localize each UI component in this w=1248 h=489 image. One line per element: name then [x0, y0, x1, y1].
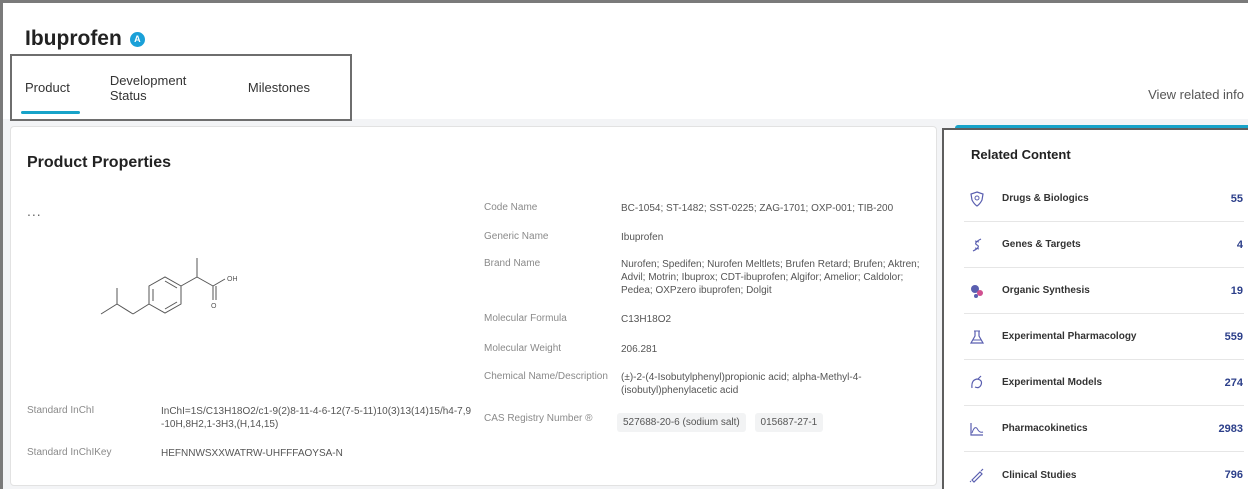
related-item-genes-targets[interactable]: Genes & Targets 4	[964, 222, 1244, 268]
brand-name-label: Brand Name	[484, 258, 541, 269]
related-item-pharmacokinetics[interactable]: Pharmacokinetics 2983	[964, 406, 1244, 452]
formula-label: Molecular Formula	[484, 313, 567, 324]
related-content-list: Drugs & Biologics 55 Genes & Targets 4 O…	[964, 176, 1244, 489]
syringe-icon	[964, 462, 990, 488]
related-item-label: Experimental Models	[1002, 377, 1103, 388]
related-item-count[interactable]: 796	[1225, 469, 1243, 481]
related-item-label: Pharmacokinetics	[1002, 423, 1088, 434]
structure-label-o: O	[211, 303, 217, 310]
chemical-name-line: (±)-2-(4-Isobutylphenyl)propionic acid; …	[621, 372, 862, 383]
dna-icon	[964, 232, 990, 258]
view-related-info-link[interactable]: View related info	[1148, 87, 1244, 102]
inchikey-label: Standard InChIKey	[27, 447, 112, 458]
status-badge: A	[129, 31, 145, 47]
formula-value: C13H18O2	[621, 314, 672, 325]
related-item-clinical-studies[interactable]: Clinical Studies 796	[964, 452, 1244, 489]
related-item-count[interactable]: 19	[1231, 285, 1243, 297]
inchi-label: Standard InChI	[27, 405, 95, 416]
related-item-label: Clinical Studies	[1002, 469, 1077, 481]
page-header: Ibuprofen A Product Development Status M…	[3, 3, 1248, 121]
related-item-count[interactable]: 274	[1225, 377, 1243, 389]
related-item-experimental-pharmacology[interactable]: Experimental Pharmacology 559	[964, 314, 1244, 360]
code-name-label: Code Name	[484, 202, 538, 213]
inchi-value: InChI=1S/C13H18O2/c1-9(2)8-11-4-6-12(7-5…	[161, 405, 471, 431]
related-item-experimental-models[interactable]: Experimental Models 274	[964, 360, 1244, 406]
curve-chart-icon	[964, 416, 990, 442]
related-item-organic-synthesis[interactable]: Organic Synthesis 19	[964, 268, 1244, 314]
model-icon	[964, 370, 990, 396]
flask-icon	[964, 324, 990, 350]
inchikey-value: HEFNNWSXXWATRW-UHFFFAOYSA-N	[161, 448, 343, 459]
brand-name-line: Nurofen; Spedifen; Nurofen Meltlets; Bru…	[621, 259, 920, 270]
tab-milestones[interactable]: Milestones	[248, 56, 330, 119]
brand-name-line: Pedea; OXPzero ibuprofen; Dolgit	[621, 285, 772, 296]
molecule-icon	[964, 278, 990, 304]
weight-label: Molecular Weight	[484, 343, 562, 354]
cas-number[interactable]: 527688-20-6 (sodium salt)	[617, 413, 746, 432]
product-properties-card: Product Properties ... OH O Standard InC…	[10, 126, 937, 486]
title-row: Ibuprofen A	[25, 27, 145, 51]
chemical-name-value: (±)-2-(4-Isobutylphenyl)propionic acid; …	[621, 371, 862, 397]
related-item-drugs-biologics[interactable]: Drugs & Biologics 55	[964, 176, 1244, 222]
generic-name-value: Ibuprofen	[621, 232, 664, 243]
related-item-label: Experimental Pharmacology	[1002, 331, 1137, 342]
inchi-value-line: InChI=1S/C13H18O2/c1-9(2)8-11-4-6-12(7-5…	[161, 406, 472, 417]
related-item-count[interactable]: 55	[1231, 193, 1243, 205]
inchi-value-line: -10H,8H2,1-3H3,(H,14,15)	[161, 419, 279, 430]
cas-number[interactable]: 015687-27-1	[754, 413, 824, 432]
code-name-value: BC-1054; ST-1482; SST-0225; ZAG-1701; OX…	[621, 203, 894, 214]
tab-development-status[interactable]: Development Status	[110, 56, 228, 119]
related-item-count[interactable]: 4	[1237, 239, 1243, 251]
chemical-structure-image: OH O	[100, 258, 238, 315]
shield-drug-icon	[964, 186, 990, 212]
related-item-label: Genes & Targets	[1002, 239, 1081, 250]
cas-values: 527688-20-6 (sodium salt) 015687-27-1	[617, 413, 829, 432]
more-options-button[interactable]: ...	[27, 203, 42, 219]
structure-label-oh: OH	[227, 276, 238, 283]
related-item-count[interactable]: 559	[1225, 331, 1243, 343]
generic-name-label: Generic Name	[484, 231, 549, 242]
weight-value: 206.281	[621, 344, 658, 355]
tab-bar: Product Development Status Milestones	[10, 54, 352, 121]
chemical-name-line: (isobutyl)phenylacetic acid	[621, 385, 739, 396]
chemical-name-label: Chemical Name/Description	[484, 371, 608, 382]
page-title: Ibuprofen	[25, 27, 122, 50]
related-item-label: Organic Synthesis	[1002, 285, 1090, 296]
related-content-title: Related Content	[971, 147, 1071, 162]
section-title: Product Properties	[27, 154, 172, 171]
related-item-label: Drugs & Biologics	[1002, 193, 1089, 204]
brand-name-line: Advil; Motrin; Ibuprox; CDT-ibuprofen; A…	[621, 272, 904, 283]
related-content-card: Related Content Drugs & Biologics 55 Gen…	[942, 128, 1248, 489]
brand-name-value: Nurofen; Spedifen; Nurofen Meltlets; Bru…	[621, 258, 920, 297]
tab-product[interactable]: Product	[21, 56, 90, 119]
related-item-count[interactable]: 2983	[1219, 423, 1243, 435]
cas-label: CAS Registry Number ®	[484, 413, 593, 424]
